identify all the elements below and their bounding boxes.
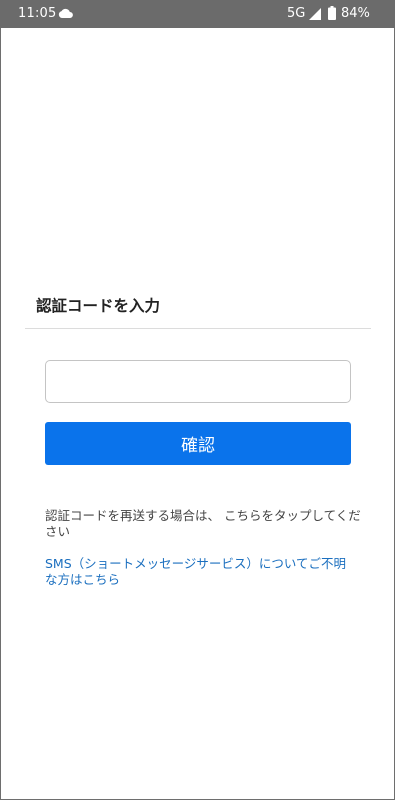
battery-level: 84% [341, 6, 370, 21]
status-time: 11:05 [18, 6, 57, 21]
sms-help-link[interactable]: SMS（ショートメッセージサービス）についてご不明な方はこちら [45, 556, 355, 588]
battery-icon [328, 6, 336, 20]
cloud-icon [58, 8, 73, 18]
confirm-button[interactable]: 確認 [45, 422, 351, 465]
page-title: 認証コードを入力 [36, 297, 161, 315]
network-type: 5G [287, 6, 306, 21]
divider [25, 328, 371, 329]
resend-code-text[interactable]: 認証コードを再送する場合は、 こちらをタップしてください [45, 508, 363, 540]
status-bar: 11:05 5G 84% [0, 0, 395, 28]
signal-icon [309, 8, 321, 20]
verification-code-input[interactable] [45, 360, 351, 403]
